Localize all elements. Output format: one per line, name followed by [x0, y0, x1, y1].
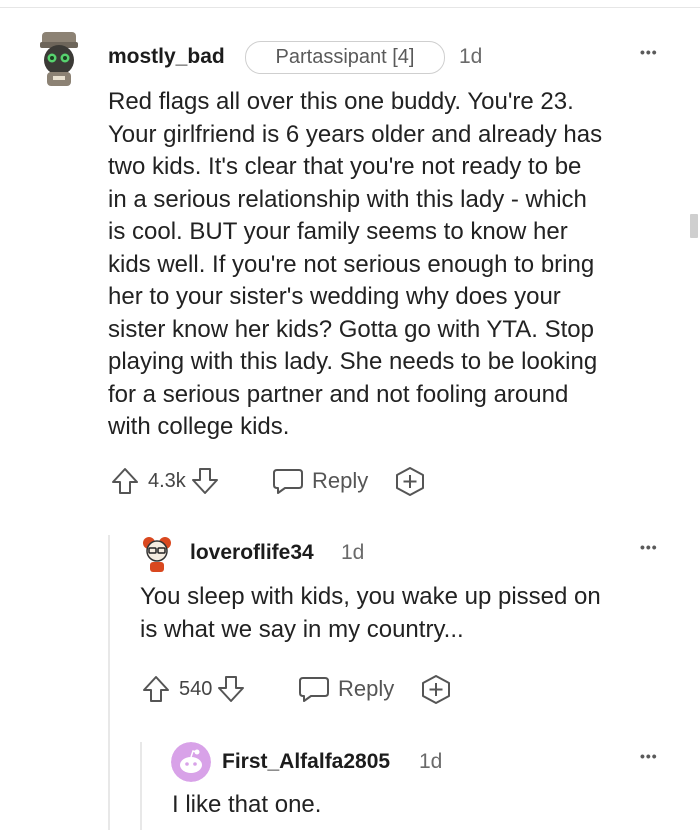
comment-line: kids well. If you're not serious enough … [108, 250, 595, 278]
comment-line: Red flags all over this one buddy. You'r… [108, 88, 574, 115]
comment-body: Red flags all over this one buddy. You'r… [108, 86, 688, 444]
upvote-arrow-icon[interactable] [141, 674, 171, 704]
comment-line: playing with this lady. She needs to be … [108, 348, 598, 375]
comment-line: sister know her kids? Gotta go with YTA.… [108, 315, 594, 343]
comment-author[interactable]: mostly_bad [108, 45, 225, 69]
comment-line: for a serious partner and not fooling ar… [108, 380, 569, 408]
comment-age: 1d [459, 45, 483, 68]
comment-body: I like that one. [172, 789, 672, 822]
scrollbar-thumb[interactable] [690, 214, 698, 238]
avatar[interactable] [171, 742, 211, 782]
comment-age: 1d [341, 541, 365, 564]
comment-author[interactable]: loveroflife34 [190, 541, 314, 565]
award-button[interactable] [394, 465, 426, 497]
comment-line: Your girlfriend is 6 years older and alr… [108, 120, 603, 148]
thread-line-level-2[interactable] [140, 742, 142, 830]
vote-bar: 4.3k [110, 464, 220, 498]
comment-line: in a serious relationship with this lady… [108, 185, 587, 213]
comment-line: is what we say in my country... [140, 615, 464, 643]
snoo-avatar-icon [171, 742, 211, 782]
more-options-button[interactable]: ••• [640, 748, 658, 764]
comment-author[interactable]: First_Alfalfa2805 [222, 750, 390, 774]
vote-count: 4.3k [148, 469, 186, 492]
reply-label: Reply [312, 468, 369, 493]
speech-bubble-icon [298, 674, 330, 704]
snoo-avatar-icon [143, 537, 171, 572]
comment-body: You sleep with kids, you wake up pissed … [140, 581, 690, 646]
reply-button[interactable]: Reply [298, 672, 394, 706]
upvote-arrow-icon[interactable] [110, 466, 140, 496]
downvote-arrow-icon[interactable] [216, 674, 246, 704]
vote-count: 540 [179, 677, 213, 700]
comment-line: You sleep with kids, you wake up pissed … [140, 583, 601, 610]
comment-line: her to your sister's wedding why does yo… [108, 283, 561, 310]
more-options-button[interactable]: ••• [640, 44, 658, 60]
reply-label: Reply [338, 676, 395, 701]
vote-bar: 540 [141, 672, 246, 706]
more-options-button[interactable]: ••• [640, 539, 658, 555]
comment-line: I like that one. [172, 791, 322, 818]
top-divider [0, 7, 700, 8]
avatar[interactable] [38, 30, 80, 88]
downvote-arrow-icon[interactable] [190, 466, 220, 496]
snoo-avatar-icon [40, 32, 78, 86]
reply-button[interactable]: Reply [272, 464, 368, 498]
comment-line: is cool. BUT your family seems to know h… [108, 218, 568, 245]
plus-circle-icon [394, 465, 426, 497]
speech-bubble-icon [272, 466, 304, 496]
user-flair: Partassipant [4] [245, 41, 445, 74]
comment-age: 1d [419, 750, 443, 773]
award-button[interactable] [420, 673, 452, 705]
comment-line: with college kids. [108, 413, 290, 440]
comment-line: two kids. It's clear that you're not rea… [108, 153, 582, 180]
avatar[interactable] [140, 534, 174, 574]
plus-circle-icon [420, 673, 452, 705]
thread-line-level-1[interactable] [108, 535, 110, 830]
